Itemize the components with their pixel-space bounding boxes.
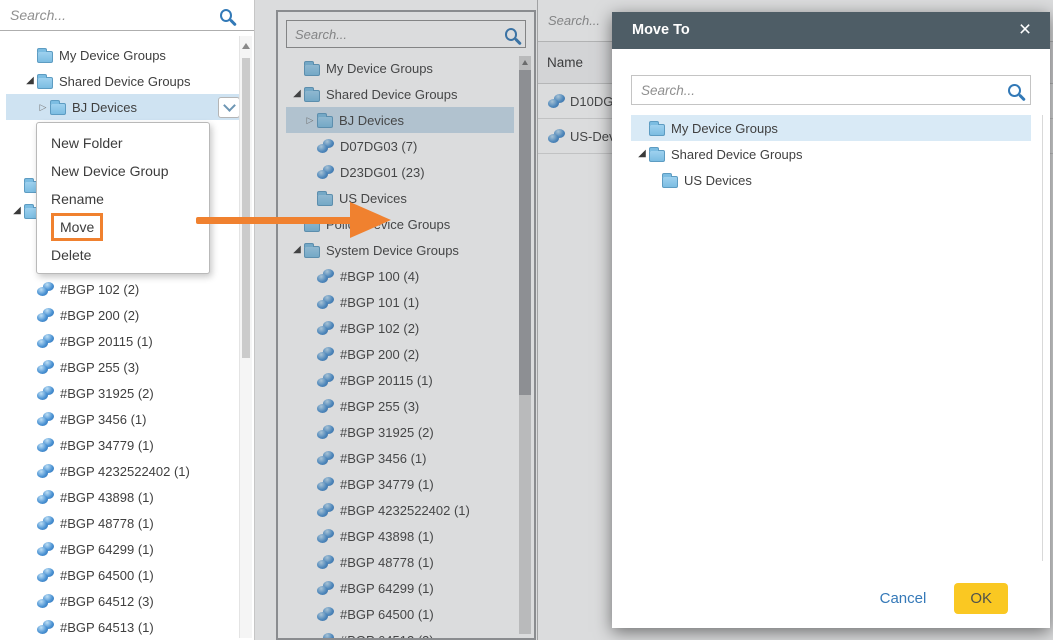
move-to-dialog: Move To × My Device Groups ◢ Shared Devi…: [612, 12, 1050, 628]
folder-icon: [649, 146, 665, 162]
device-groups-sidebar: My Device Groups ◢ Shared Device Groups …: [0, 0, 255, 640]
tree-item[interactable]: #BGP 48778 (1): [6, 510, 239, 536]
context-menu-item-label: New Device Group: [51, 163, 169, 179]
device-group-icon: [37, 568, 54, 582]
device-group-icon: [37, 334, 54, 348]
row-actions-dropdown-button[interactable]: [218, 97, 240, 118]
context-menu-item[interactable]: Delete: [37, 241, 209, 269]
context-menu-item-label: Delete: [51, 247, 92, 263]
device-group-icon: [37, 282, 54, 296]
dialog-search-box: [631, 75, 1031, 105]
device-group-icon: [37, 412, 54, 426]
context-menu-item[interactable]: Rename: [37, 185, 209, 213]
sidebar-scrollbar[interactable]: [239, 36, 252, 638]
tree-item[interactable]: #BGP 64299 (1): [6, 536, 239, 562]
tree-item[interactable]: #BGP 3456 (1): [6, 406, 239, 432]
scroll-up-icon[interactable]: [242, 43, 250, 49]
device-group-icon: [37, 490, 54, 504]
search-icon[interactable]: [219, 8, 232, 22]
tree-item-label: #BGP 4232522402 (1): [60, 463, 190, 479]
context-menu-item[interactable]: Move: [37, 213, 209, 241]
tree-item-label: #BGP 102 (2): [60, 281, 140, 297]
dialog-title: Move To: [632, 22, 690, 38]
context-menu-item-label: New Folder: [51, 135, 123, 151]
context-menu-item[interactable]: New Folder: [37, 129, 209, 157]
annotation-arrow-head: [350, 202, 391, 238]
tree-item[interactable]: ◢ Shared Device Groups: [6, 68, 239, 94]
device-group-icon: [37, 620, 54, 634]
tree-item[interactable]: My Device Groups: [6, 42, 239, 68]
device-group-icon: [37, 360, 54, 374]
tree-item-label: #BGP 48778 (1): [60, 515, 154, 531]
ok-button[interactable]: OK: [954, 582, 1008, 614]
tree-item-label: #BGP 64513 (1): [60, 619, 154, 635]
folder-icon: [37, 73, 53, 89]
tree-item-label: #BGP 3456 (1): [60, 411, 147, 427]
device-group-icon: [37, 542, 54, 556]
cancel-button[interactable]: Cancel: [880, 590, 927, 607]
tree-item[interactable]: #BGP 64513 (1): [6, 614, 239, 640]
context-menu-item-label: Move: [51, 213, 104, 241]
tree-item-label: #BGP 34779 (1): [60, 437, 154, 453]
dialog-header: Move To ×: [612, 12, 1050, 49]
tree-item-label: #BGP 255 (3): [60, 359, 140, 375]
tree-item[interactable]: #BGP 64512 (3): [6, 588, 239, 614]
device-group-icon: [37, 438, 54, 452]
tree-item[interactable]: ▷ BJ Devices: [6, 94, 239, 120]
tree-item[interactable]: #BGP 4232522402 (1): [6, 458, 239, 484]
tree-item[interactable]: #BGP 64500 (1): [6, 562, 239, 588]
dialog-footer: Cancel OK: [880, 581, 1008, 615]
folder-icon: [649, 120, 665, 136]
device-group-icon: [37, 308, 54, 322]
expander-icon[interactable]: ◢: [10, 206, 24, 216]
tree-item[interactable]: #BGP 200 (2): [6, 302, 239, 328]
tree-item-label: #BGP 64299 (1): [60, 541, 154, 557]
tree-item[interactable]: #BGP 31925 (2): [6, 380, 239, 406]
device-group-icon: [37, 516, 54, 530]
expander-icon[interactable]: ◢: [635, 149, 649, 159]
dialog-search-input[interactable]: [641, 82, 1009, 98]
context-menu-item-label: Rename: [51, 191, 104, 207]
tree-item-label: Shared Device Groups: [671, 146, 803, 162]
tree-item[interactable]: #BGP 34779 (1): [6, 432, 239, 458]
device-group-icon: [37, 386, 54, 400]
tree-item-label: #BGP 31925 (2): [60, 385, 154, 401]
context-menu-item[interactable]: New Device Group: [37, 157, 209, 185]
folder-icon: [50, 99, 66, 115]
tree-item-label: My Device Groups: [671, 120, 778, 136]
device-group-icon: [37, 594, 54, 608]
dialog-destination-tree: My Device Groups ◢ Shared Device Groups …: [631, 115, 1043, 561]
expander-icon[interactable]: ▷: [36, 102, 50, 112]
tree-item[interactable]: #BGP 255 (3): [6, 354, 239, 380]
expander-icon[interactable]: ◢: [23, 76, 37, 86]
tree-item-label: Shared Device Groups: [59, 73, 191, 89]
annotation-arrow: [196, 217, 353, 224]
folder-icon: [37, 47, 53, 63]
scrollbar-thumb[interactable]: [242, 58, 250, 358]
sidebar-search-box: [0, 0, 254, 31]
device-group-icon: [37, 464, 54, 478]
tree-item[interactable]: US Devices: [631, 167, 1031, 193]
sidebar-search-input[interactable]: [10, 7, 220, 23]
tree-item-label: #BGP 20115 (1): [60, 333, 153, 349]
tree-item-label: US Devices: [684, 172, 752, 188]
tree-item-label: #BGP 64500 (1): [60, 567, 154, 583]
tree-item-label: #BGP 64512 (3): [60, 593, 154, 609]
tree-item-label: #BGP 200 (2): [60, 307, 140, 323]
tree-item[interactable]: #BGP 20115 (1): [6, 328, 239, 354]
folder-icon: [662, 172, 678, 188]
tree-item[interactable]: #BGP 102 (2): [6, 276, 239, 302]
screen: Name D10DG US-Dev My Device Groups: [0, 0, 1053, 640]
tree-item-label: My Device Groups: [59, 47, 166, 63]
tree-item[interactable]: ◢ Shared Device Groups: [631, 141, 1031, 167]
search-icon[interactable]: [1008, 83, 1021, 97]
tree-item[interactable]: My Device Groups: [631, 115, 1031, 141]
tree-item-label: BJ Devices: [72, 99, 138, 115]
close-icon[interactable]: ×: [1012, 12, 1038, 49]
tree-item-label: #BGP 43898 (1): [60, 489, 154, 505]
tree-item[interactable]: #BGP 43898 (1): [6, 484, 239, 510]
context-menu: New Folder New Device Group Rename Move …: [36, 122, 210, 274]
